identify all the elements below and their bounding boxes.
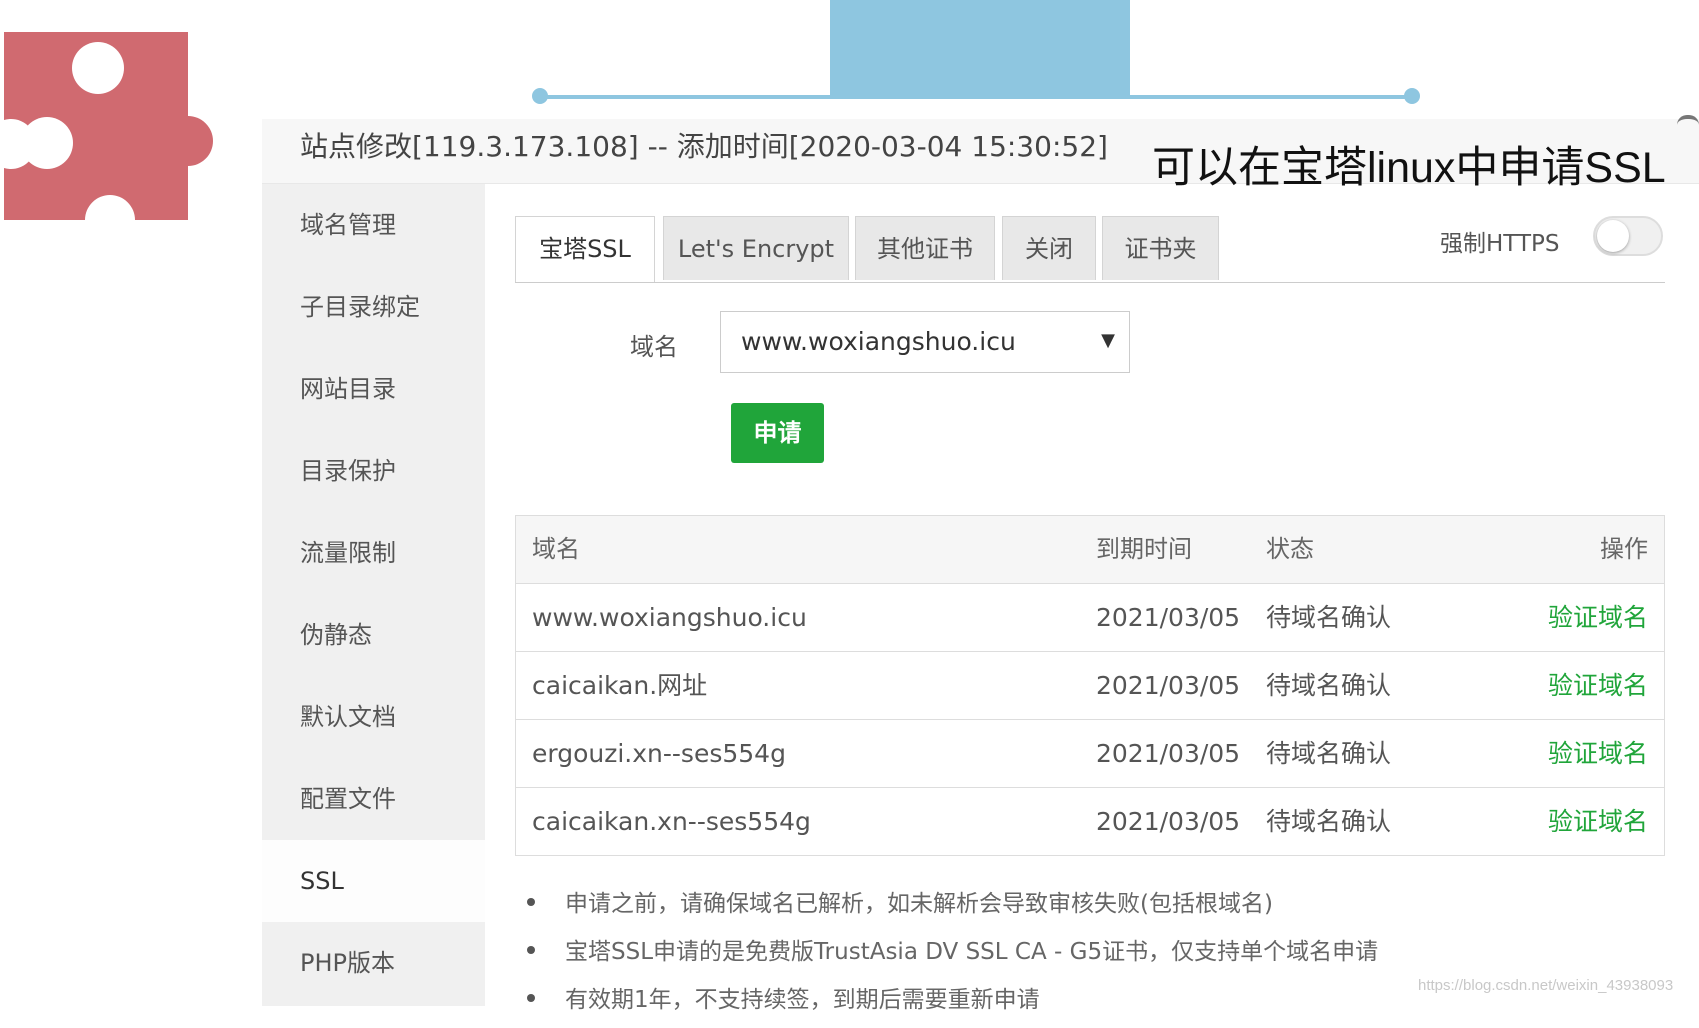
cert-table: 域名 到期时间 状态 操作 www.woxiangshuo.icu 2021/0… <box>515 515 1665 856</box>
verify-domain-link[interactable]: 验证域名 <box>1548 788 1648 855</box>
force-https-toggle[interactable] <box>1593 216 1663 256</box>
row-status: 待域名确认 <box>1266 739 1392 768</box>
row-status: 待域名确认 <box>1266 671 1392 700</box>
table-row: caicaikan.网址 2021/03/05 待域名确认 验证域名 <box>516 652 1664 720</box>
row-expire: 2021/03/05 <box>1096 671 1241 700</box>
row-status: 待域名确认 <box>1266 807 1392 836</box>
tab-other-cert[interactable]: 其他证书 <box>855 216 995 280</box>
force-https-label: 强制HTTPS <box>1440 231 1560 257</box>
note-text: 有效期1年，不支持续签，到期后需要重新申请 <box>565 987 1040 1013</box>
header-status: 状态 <box>1266 535 1314 563</box>
apply-button[interactable]: 申请 <box>731 403 824 463</box>
sidebar-item-php[interactable]: PHP版本 <box>262 922 485 1004</box>
toggle-knob <box>1597 220 1629 252</box>
sidebar-item-site-dir[interactable]: 网站目录 <box>262 348 485 430</box>
note-item: 申请之前，请确保域名已解析，如未解析会导致审核失败(包括根域名) <box>515 884 1695 932</box>
header-domain: 域名 <box>532 535 580 563</box>
note-text: 宝塔SSL申请的是免费版TrustAsia DV SSL CA - G5证书，仅… <box>565 939 1379 965</box>
domain-select-value: www.woxiangshuo.icu <box>741 327 1016 356</box>
panel-title: 站点修改[119.3.173.108] -- 添加时间[2020-03-04 1… <box>300 130 1108 163</box>
header-expire: 到期时间 <box>1096 535 1192 563</box>
header-action: 操作 <box>1600 535 1648 563</box>
table-row: www.woxiangshuo.icu 2021/03/05 待域名确认 验证域… <box>516 584 1664 652</box>
sidebar-item-dir-protect[interactable]: 目录保护 <box>262 430 485 512</box>
puzzle-piece-icon <box>4 32 213 220</box>
bullet-icon <box>527 898 535 906</box>
decorative-blue-block <box>830 0 1130 98</box>
sidebar-item-default-doc[interactable]: 默认文档 <box>262 676 485 758</box>
row-expire: 2021/03/05 <box>1096 603 1241 632</box>
bullet-icon <box>527 946 535 954</box>
decorative-line <box>538 95 1412 99</box>
row-status: 待域名确认 <box>1266 603 1392 632</box>
tab-cert-folder[interactable]: 证书夹 <box>1102 216 1219 280</box>
domain-select[interactable]: www.woxiangshuo.icu ▼ <box>720 311 1130 373</box>
sidebar-item-subdir[interactable]: 子目录绑定 <box>262 266 485 348</box>
row-domain: caicaikan.网址 <box>532 671 708 700</box>
sidebar-item-ssl[interactable]: SSL <box>262 840 485 922</box>
decorative-dot-right <box>1404 88 1420 104</box>
row-expire: 2021/03/05 <box>1096 807 1241 836</box>
decorative-dot-left <box>532 88 548 104</box>
row-domain: ergouzi.xn--ses554g <box>532 739 786 768</box>
dropdown-arrow-icon: ▼ <box>1101 330 1115 351</box>
watermark: https://blog.csdn.net/weixin_43938093 <box>1418 977 1674 994</box>
sidebar-item-config[interactable]: 配置文件 <box>262 758 485 840</box>
note-text: 申请之前，请确保域名已解析，如未解析会导致审核失败(包括根域名) <box>565 891 1273 917</box>
notes-list: 申请之前，请确保域名已解析，如未解析会导致审核失败(包括根域名) 宝塔SSL申请… <box>515 884 1695 1028</box>
table-row: caicaikan.xn--ses554g 2021/03/05 待域名确认 验… <box>516 788 1664 855</box>
verify-domain-link[interactable]: 验证域名 <box>1548 584 1648 651</box>
row-domain: www.woxiangshuo.icu <box>532 603 807 632</box>
sidebar-item-rewrite[interactable]: 伪静态 <box>262 594 485 676</box>
row-expire: 2021/03/05 <box>1096 739 1241 768</box>
tab-close[interactable]: 关闭 <box>1002 216 1096 280</box>
table-row: ergouzi.xn--ses554g 2021/03/05 待域名确认 验证域… <box>516 720 1664 788</box>
sidebar: 域名管理 子目录绑定 网站目录 目录保护 流量限制 伪静态 默认文档 配置文件 … <box>262 184 485 1006</box>
tab-lets-encrypt[interactable]: Let's Encrypt <box>663 216 849 280</box>
bullet-icon <box>527 994 535 1002</box>
ssl-content: 宝塔SSL Let's Encrypt 其他证书 关闭 证书夹 强制HTTPS … <box>485 184 1699 1013</box>
tab-bt-ssl[interactable]: 宝塔SSL <box>515 216 655 282</box>
note-item: 宝塔SSL申请的是免费版TrustAsia DV SSL CA - G5证书，仅… <box>515 932 1695 980</box>
close-icon[interactable] <box>1677 115 1699 131</box>
sidebar-item-traffic[interactable]: 流量限制 <box>262 512 485 594</box>
sidebar-item-domain[interactable]: 域名管理 <box>262 184 485 266</box>
verify-domain-link[interactable]: 验证域名 <box>1548 652 1648 719</box>
verify-domain-link[interactable]: 验证域名 <box>1548 720 1648 787</box>
row-domain: caicaikan.xn--ses554g <box>532 807 811 836</box>
domain-label: 域名 <box>630 333 678 361</box>
table-header-row: 域名 到期时间 状态 操作 <box>516 516 1664 584</box>
